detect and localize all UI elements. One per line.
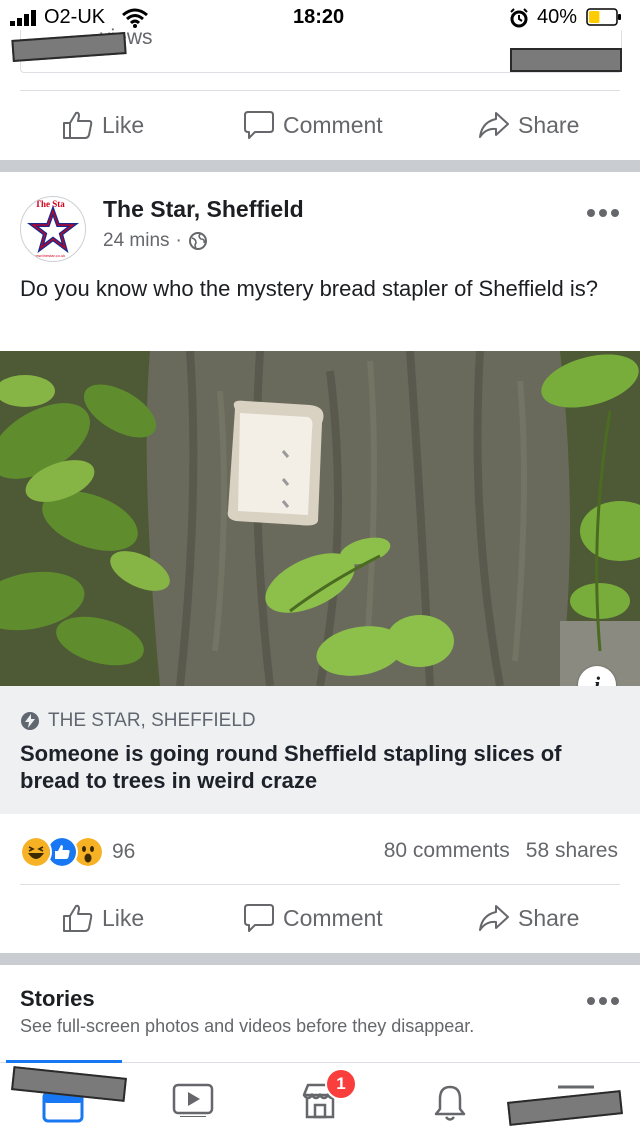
thumbs-up-icon xyxy=(63,904,93,932)
comment-label: Comment xyxy=(283,904,383,931)
page-name-link[interactable]: The Star, Sheffield xyxy=(103,196,304,223)
divider xyxy=(20,884,620,885)
share-label: Share xyxy=(518,111,580,138)
active-tab-indicator xyxy=(6,1060,122,1063)
link-domain: THE STAR, SHEFFIELD xyxy=(48,710,256,731)
meta-separator: · xyxy=(175,230,182,251)
share-label: Share xyxy=(518,904,580,931)
comments-count[interactable]: 80 comments xyxy=(384,839,510,863)
shares-count[interactable]: 58 shares xyxy=(526,839,618,863)
stories-title: Stories xyxy=(20,986,95,1011)
carrier-name: O2-UK xyxy=(44,6,106,28)
clock: 18:20 xyxy=(293,6,345,28)
redaction-bar xyxy=(510,48,622,72)
post-time[interactable]: 24 mins xyxy=(103,230,170,252)
more-options-icon[interactable] xyxy=(586,208,620,218)
prior-post-action-row: Like Comment Share xyxy=(0,92,640,160)
reactions-summary[interactable]: 96 xyxy=(20,836,135,868)
stories-subtitle: See full-screen photos and videos before… xyxy=(20,1016,475,1036)
avatar-logo-text: The Sta xyxy=(35,199,65,209)
like-button[interactable]: Like xyxy=(62,903,144,933)
watch-tab-icon[interactable] xyxy=(172,1083,214,1117)
reaction-count: 96 xyxy=(112,840,136,863)
thumbs-up-icon xyxy=(63,111,93,139)
notifications-bell-icon[interactable] xyxy=(430,1083,470,1123)
feed-separator xyxy=(0,160,640,172)
globe-icon xyxy=(188,232,207,250)
alarm-icon xyxy=(510,8,528,28)
comments-shares: 80 comments 58 shares xyxy=(384,839,618,863)
share-button[interactable]: Share xyxy=(478,903,579,933)
prior-share-button[interactable]: Share xyxy=(478,110,579,140)
comment-button[interactable]: Comment xyxy=(243,903,383,933)
divider xyxy=(20,90,620,91)
comment-icon xyxy=(244,904,274,932)
post-photo[interactable] xyxy=(0,351,640,686)
post-action-row: Like Comment Share xyxy=(0,886,640,954)
link-title[interactable]: Someone is going round Sheffield staplin… xyxy=(20,740,620,794)
post-meta: 24 mins · xyxy=(103,230,208,252)
stories-more-icon[interactable] xyxy=(586,996,620,1006)
battery-icon xyxy=(586,8,621,26)
star-logo-icon: The Sta www.thestar.co.uk xyxy=(27,199,79,258)
battery-percent: 40% xyxy=(537,6,578,28)
lightning-icon xyxy=(21,712,39,730)
prior-like-button[interactable]: Like xyxy=(62,110,144,140)
feed-separator xyxy=(0,953,640,965)
marketplace-badge: 1 xyxy=(325,1068,357,1100)
avatar-url-text: www.thestar.co.uk xyxy=(33,253,65,258)
share-icon xyxy=(479,112,509,138)
bread-slice xyxy=(227,400,324,526)
like-label: Like xyxy=(102,904,145,931)
comment-label: Comment xyxy=(283,111,383,138)
link-domain-row: THE STAR, SHEFFIELD xyxy=(20,710,256,732)
wifi-icon xyxy=(122,8,148,28)
prior-comment-button[interactable]: Comment xyxy=(243,110,383,140)
like-label: Like xyxy=(102,111,145,138)
signal-icon xyxy=(10,10,36,26)
post-text: Do you know who the mystery bread staple… xyxy=(20,276,599,301)
comment-icon xyxy=(244,111,274,139)
page-avatar[interactable]: The Sta www.thestar.co.uk xyxy=(20,196,86,262)
share-icon xyxy=(479,905,509,931)
haha-reaction-icon xyxy=(20,836,52,868)
